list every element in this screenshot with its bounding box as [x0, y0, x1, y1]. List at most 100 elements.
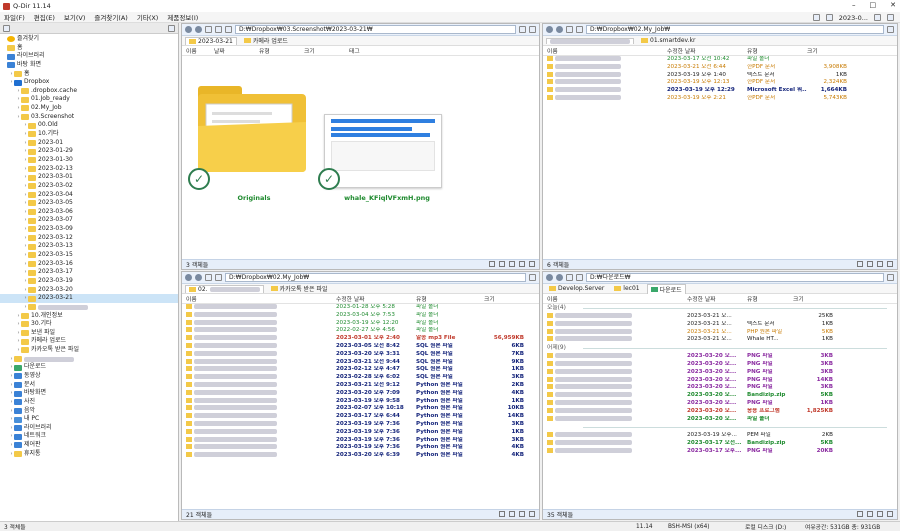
forward-icon[interactable]	[556, 26, 563, 33]
table-row[interactable]: 2023-02-28 오후 6:02 SQL 원본 파일 3KB	[182, 374, 539, 382]
help-icon[interactable]	[874, 14, 881, 21]
table-row[interactable]: 2023-03-20 오... Bandizip.zip 5KB	[543, 392, 897, 400]
pane-menu-icon[interactable]	[529, 274, 536, 281]
delete-icon[interactable]	[887, 261, 893, 267]
copy-icon[interactable]	[509, 261, 515, 267]
group-yesterday[interactable]: 어제(9)	[543, 344, 897, 353]
table-row[interactable]: 2023-03-04 오후 7:53 파일 폴더	[182, 311, 539, 320]
tree-item[interactable]: › 보낸 파일	[0, 329, 178, 338]
menu-extras[interactable]: 기타(X)	[137, 12, 159, 22]
col-type[interactable]: 유형	[747, 294, 793, 303]
tree-item[interactable]: › 카카오톡 받은 파일	[0, 346, 178, 355]
address-bar[interactable]: D:₩Dropbox₩02.My_Job₩	[586, 25, 884, 34]
tree-item[interactable]: 홈	[0, 44, 178, 53]
delete-icon[interactable]	[529, 511, 535, 517]
back-icon[interactable]	[185, 26, 192, 33]
view-icon[interactable]	[215, 274, 222, 281]
tab-kakao[interactable]: 카카오톡 받은 파일	[268, 284, 331, 293]
table-row[interactable]: 2023-03-17 오전 10:42 파일 폴더	[543, 56, 897, 64]
back-icon[interactable]	[546, 26, 553, 33]
thumbnail-originals[interactable]	[196, 84, 308, 196]
tree-item[interactable]: › 내 PC	[0, 415, 178, 424]
tree-item[interactable]: › 문서	[0, 381, 178, 390]
menu-view[interactable]: 보기(V)	[64, 12, 85, 22]
tree-item[interactable]: › 2023-03-04	[0, 191, 178, 200]
tree-item[interactable]: › 제어판	[0, 441, 178, 450]
cut-icon[interactable]	[509, 511, 515, 517]
tab-lec01[interactable]: lec01	[611, 285, 642, 292]
view-icon[interactable]	[215, 26, 222, 33]
table-row[interactable]: 2023-03-19 오후 12:13 한PDF 문서 2,324KB	[543, 79, 897, 87]
col-type[interactable]: 유형	[416, 294, 484, 303]
col-date[interactable]: 수정한 날짜	[336, 294, 416, 303]
col-name[interactable]: 이름	[547, 46, 667, 55]
view-icon[interactable]	[576, 26, 583, 33]
tree-item[interactable]: › 다운로드	[0, 363, 178, 372]
address-bar[interactable]: D:₩다운로드₩	[586, 273, 884, 282]
tree-item[interactable]: › 2023-03-05	[0, 199, 178, 208]
menu-file[interactable]: 파일(F)	[4, 12, 25, 22]
tree-item[interactable]: › 2023-03-15	[0, 251, 178, 260]
tab-blurred[interactable]	[546, 37, 634, 44]
pane-split-icon[interactable]	[529, 26, 536, 33]
tree-item[interactable]: › 2023-02-13	[0, 165, 178, 174]
tree-item[interactable]: › 10.기타	[0, 130, 178, 139]
table-row[interactable]: 2023-03-19 오후 12:20 파일 폴더	[182, 319, 539, 328]
tree-item[interactable]: › 2023-03-16	[0, 260, 178, 269]
table-row[interactable]: 2023-03-20 오... PNG 파일 3KB	[543, 353, 897, 361]
table-row[interactable]: 2023-03-20 오... PNG 파일 14KB	[543, 376, 897, 385]
tree-item[interactable]: 즐겨찾기	[0, 35, 178, 44]
table-row[interactable]: 2023-03-21 오전 9:44 SQL 원본 파일 9KB	[182, 358, 539, 367]
table-row[interactable]: 2023-03-20 오... PNG 파일 3KB	[543, 368, 897, 377]
col-size[interactable]: 크기	[793, 294, 833, 303]
forward-icon[interactable]	[195, 26, 202, 33]
filter-icon[interactable]	[499, 511, 505, 517]
back-icon[interactable]	[546, 274, 553, 281]
table-row[interactable]: 2023-03-21 오... 25KB	[543, 313, 897, 321]
tab-2023-03-21[interactable]: 2023-03-21	[185, 36, 237, 45]
col-size[interactable]: 크기	[807, 46, 847, 55]
table-row[interactable]: 2023-03-17 오후... PNG 파일 20KB	[543, 447, 897, 456]
tree-item[interactable]: › 10.개인정보	[0, 312, 178, 321]
col-size[interactable]: 크기	[304, 46, 349, 55]
table-row[interactable]: 2023-03-19 오후 7:36 Python 원본 파일 3KB	[182, 420, 539, 429]
tree-item[interactable]: › 2023-03-01	[0, 173, 178, 182]
tree-item[interactable]: › 2023-03-19	[0, 277, 178, 286]
pane-menu-icon[interactable]	[519, 26, 526, 33]
properties-icon[interactable]	[529, 261, 535, 267]
filter-icon[interactable]	[489, 261, 495, 267]
tree-item[interactable]: › 2023-01-29	[0, 147, 178, 156]
tab-my-job[interactable]: 02.	[185, 284, 264, 293]
tree-item[interactable]: › 2023-03-20	[0, 286, 178, 295]
table-row[interactable]: 2023-03-05 오전 8:42 SQL 원본 파일 6KB	[182, 342, 539, 351]
col-name[interactable]: 이름	[186, 46, 214, 55]
table-row[interactable]: 2023-01-28 오후 5:28 파일 폴더	[182, 304, 539, 312]
tree-item[interactable]: › 2023-03-09	[0, 225, 178, 234]
tree-item[interactable]: › 동영상	[0, 372, 178, 381]
cut-icon[interactable]	[867, 511, 873, 517]
table-row[interactable]: 2023-03-21 오... Whale HT... 1KB	[543, 336, 897, 344]
copy-icon[interactable]	[877, 261, 883, 267]
tree-item[interactable]: › 2023-03-21	[0, 294, 178, 303]
tree-item[interactable]: › 사진	[0, 398, 178, 407]
table-row[interactable]: 2023-03-21 오... 텍스트 문서 1KB	[543, 320, 897, 329]
table-row[interactable]: 2023-03-19 오후 7:36 Python 원본 파일 1KB	[182, 428, 539, 437]
table-row[interactable]: 2023-02-12 오후 4:47 SQL 원본 파일 1KB	[182, 366, 539, 374]
table-row[interactable]: 2023-03-19 오후 12:29 Microsoft Excel 워... 1…	[543, 87, 897, 95]
tree-item[interactable]: › 00.Old	[0, 121, 178, 130]
table-row[interactable]: 2023-02-07 오후 10:18 Python 원본 파일 10KB	[182, 405, 539, 413]
tree-item[interactable]: › 03.Screenshot	[0, 113, 178, 122]
maximize-button[interactable]: □	[870, 1, 877, 9]
tree-close-icon[interactable]	[168, 24, 175, 32]
table-row[interactable]: 2023-03-20 오... PNG 파일 3KB	[543, 360, 897, 369]
table-row[interactable]: 2023-03-20 오... PNG 파일 3KB	[543, 384, 897, 392]
table-row[interactable]: 2023-03-20 오... PNG 파일 1KB	[543, 399, 897, 408]
table-row[interactable]: 2023-03-19 오후 2:21 한PDF 문서 5,743KB	[543, 94, 897, 103]
tree-item[interactable]: › 카메라 업로드	[0, 337, 178, 346]
tab-develop-server[interactable]: Develop.Server	[546, 285, 607, 292]
table-row[interactable]: 2023-03-20 오후 6:39 Python 원본 파일 4KB	[182, 452, 539, 460]
table-row[interactable]: 2023-03-20 오... 파일 폴더	[543, 415, 897, 424]
table-row[interactable]: 2023-03-21 오... PHP 원본 파일 5KB	[543, 328, 897, 337]
layout2-icon[interactable]	[825, 14, 833, 21]
refresh-icon[interactable]	[225, 26, 232, 33]
